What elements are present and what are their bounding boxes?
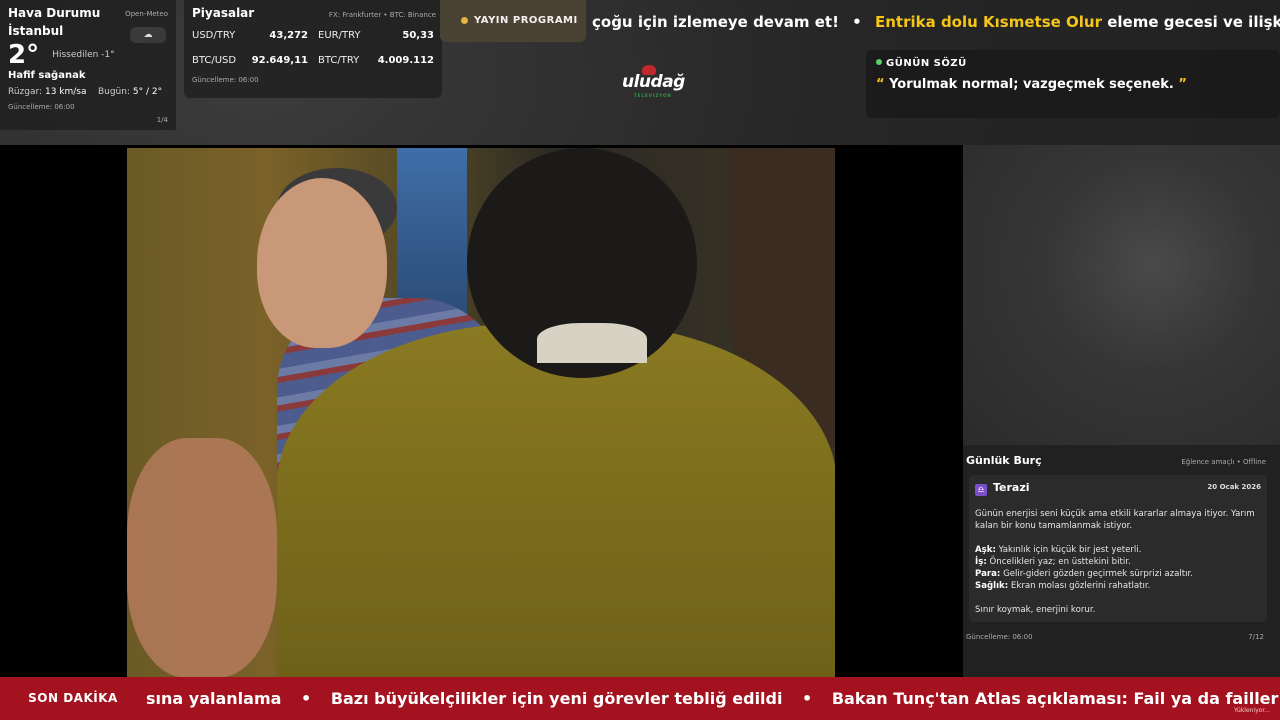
channel-logo: uludağ TELEVIZYON — [622, 65, 685, 98]
weather-updated: Güncelleme: 06:00 — [8, 103, 75, 111]
market-label: EUR/TRY — [318, 30, 361, 41]
horoscope-source: Eğlence amaçlı • Offline — [1181, 458, 1266, 466]
market-item: BTC/USD 92.649,11 — [192, 55, 308, 66]
markets-source: FX: Frankfurter • BTC: Binance — [328, 11, 436, 19]
logo-subtitle: TELEVIZYON — [634, 93, 672, 98]
quote-of-day: GÜNÜN SÖZÜ “ Yorulmak normal; vazgeçmek … — [866, 50, 1280, 118]
market-label: BTC/TRY — [318, 55, 360, 66]
horoscope-card: ♎ Terazi 20 Ocak 2026 Günün enerjisi seni… — [969, 475, 1267, 622]
horoscope-intro: Günün enerjisi seni küçük ama etkili kar… — [975, 509, 1255, 531]
loading-indicator: Yükleniyor... — [1234, 707, 1270, 714]
market-item: BTC/TRY 4.009.112 — [318, 55, 434, 66]
breaking-news-label: SON DAKİKA — [0, 677, 146, 720]
horoscope-line-value: Öncelikleri yaz; en üsttekini bitir. — [989, 557, 1131, 567]
horoscope-date: 20 Ocak 2026 — [1207, 483, 1261, 491]
horoscope-outro: Sınır koymak, enerjini korur. — [975, 605, 1096, 615]
wind-value: 13 km/sa — [44, 87, 87, 97]
video-person-collar — [537, 323, 647, 363]
live-dot-icon — [876, 59, 882, 65]
weather-condition: Hafif sağanak — [8, 70, 86, 81]
schedule-button[interactable]: YAYIN PROGRAMI — [440, 0, 586, 42]
schedule-button-label: YAYIN PROGRAMI — [474, 15, 578, 26]
market-label: USD/TRY — [192, 30, 236, 41]
horoscope-line-value: Yakınlık için küçük bir jest yeterli. — [998, 545, 1142, 555]
ticker-text: eleme gecesi ve ilişki uzman — [1107, 13, 1280, 31]
horoscope-line-value: Gelir-gideri gözden geçirmek sürprizi az… — [1003, 569, 1193, 579]
ticker-highlight: Entrika dolu Kısmetse Olur — [874, 13, 1102, 31]
horoscope-widget: Günlük Burç Eğlence amaçlı • Offline ♎ Te… — [963, 446, 1280, 677]
today-value: 5° / 2° — [132, 87, 163, 97]
horoscope-line: Aşk: Yakınlık için küçük bir jest yeterl… — [975, 544, 1261, 556]
quote-text: “ Yorulmak normal; vazgeçmek seçenek. ” — [876, 77, 1270, 92]
ticker-separator: • — [852, 13, 862, 31]
breaking-news-item: Bazı büyükelçilikler için yeni görevler … — [330, 689, 783, 708]
market-item: EUR/TRY 50,33 — [318, 30, 434, 41]
video-person-face — [257, 178, 387, 348]
markets-widget: Piyasalar FX: Frankfurter • BTC: Binance… — [184, 0, 442, 98]
horoscope-sign-name: Terazi — [993, 481, 1030, 494]
quote-body: Yorulmak normal; vazgeçmek seçenek. — [889, 77, 1174, 92]
today-label: Bugün: — [97, 87, 130, 97]
horoscope-line: İş: Öncelikleri yaz; en üsttekini bitir. — [975, 556, 1261, 568]
logo-mark-icon — [642, 65, 656, 75]
quote-close-mark: ” — [1178, 77, 1187, 92]
video-player[interactable] — [0, 145, 963, 677]
breaking-news-separator: • — [802, 689, 813, 708]
market-label: BTC/USD — [192, 55, 237, 66]
horoscope-line: Para: Gelir-gideri gözden geçirmek sürpr… — [975, 568, 1261, 580]
weather-source: Open-Meteo — [125, 10, 168, 18]
breaking-news-ticker: sına yalanlama • Bazı büyükelçilikler iç… — [146, 677, 1280, 720]
weather-temperature: 2° — [8, 40, 40, 70]
breaking-news-item: sına yalanlama — [146, 689, 282, 708]
breaking-news-separator: • — [301, 689, 312, 708]
horoscope-page-indicator: 7/12 — [1248, 633, 1264, 641]
horoscope-line-key: Sağlık: — [975, 581, 1009, 591]
weather-page-indicator: 1/4 — [156, 116, 168, 124]
weather-widget: Hava Durumu Open-Meteo İstanbul ☁ 2° His… — [0, 0, 176, 130]
horoscope-sign: ♎ Terazi 20 Ocak 2026 — [975, 481, 1261, 496]
logo-text: uludağ — [622, 72, 685, 92]
market-value: 4.009.112 — [377, 55, 434, 66]
top-bar: Hava Durumu Open-Meteo İstanbul ☁ 2° His… — [0, 0, 1280, 145]
schedule-dot-icon — [461, 17, 468, 24]
market-value: 92.649,11 — [251, 55, 308, 66]
market-value: 43,272 — [269, 30, 308, 41]
video-person-jacket — [277, 323, 835, 677]
quote-open-mark: “ — [876, 77, 885, 92]
video-hand — [127, 438, 277, 677]
markets-grid: USD/TRY 43,272 EUR/TRY 50,33 BTC/USD 92.… — [192, 30, 434, 66]
market-value: 50,33 — [402, 30, 434, 41]
horoscope-line-value: Ekran molası gözlerini rahatlatır. — [1010, 581, 1151, 591]
right-background-panel — [963, 145, 1280, 445]
top-news-ticker: çoğu için izlemeye devam et! • Entrika d… — [592, 0, 1280, 42]
markets-updated: Güncelleme: 06:00 — [192, 76, 259, 84]
horoscope-line: Sağlık: Ekran molası gözlerini rahatlatı… — [975, 580, 1261, 592]
horoscope-line-key: İş: — [975, 557, 987, 567]
ticker-text: çoğu için izlemeye devam et! — [592, 13, 839, 31]
quote-title: GÜNÜN SÖZÜ — [876, 58, 1270, 69]
video-frame-image — [127, 148, 835, 677]
horoscope-line-key: Aşk: — [975, 545, 996, 555]
libra-icon: ♎ — [975, 484, 987, 496]
breaking-news-bar: SON DAKİKA sına yalanlama • Bazı büyükel… — [0, 677, 1280, 720]
wind-label: Rüzgar: — [8, 87, 43, 97]
market-item: USD/TRY 43,272 — [192, 30, 308, 41]
cloud-rain-icon: ☁ — [130, 27, 166, 43]
quote-title-text: GÜNÜN SÖZÜ — [886, 58, 967, 69]
weather-details: Rüzgar: 13 km/sa Bugün: 5° / 2° — [8, 87, 168, 97]
horoscope-updated: Güncelleme: 06:00 — [966, 633, 1033, 641]
horoscope-body: Günün enerjisi seni küçük ama etkili kar… — [975, 508, 1261, 616]
weather-feels-like: Hissedilen -1° — [52, 50, 115, 60]
breaking-news-item: Bakan Tunç'tan Atlas açıklaması: Fail ya… — [831, 689, 1280, 708]
horoscope-line-key: Para: — [975, 569, 1001, 579]
